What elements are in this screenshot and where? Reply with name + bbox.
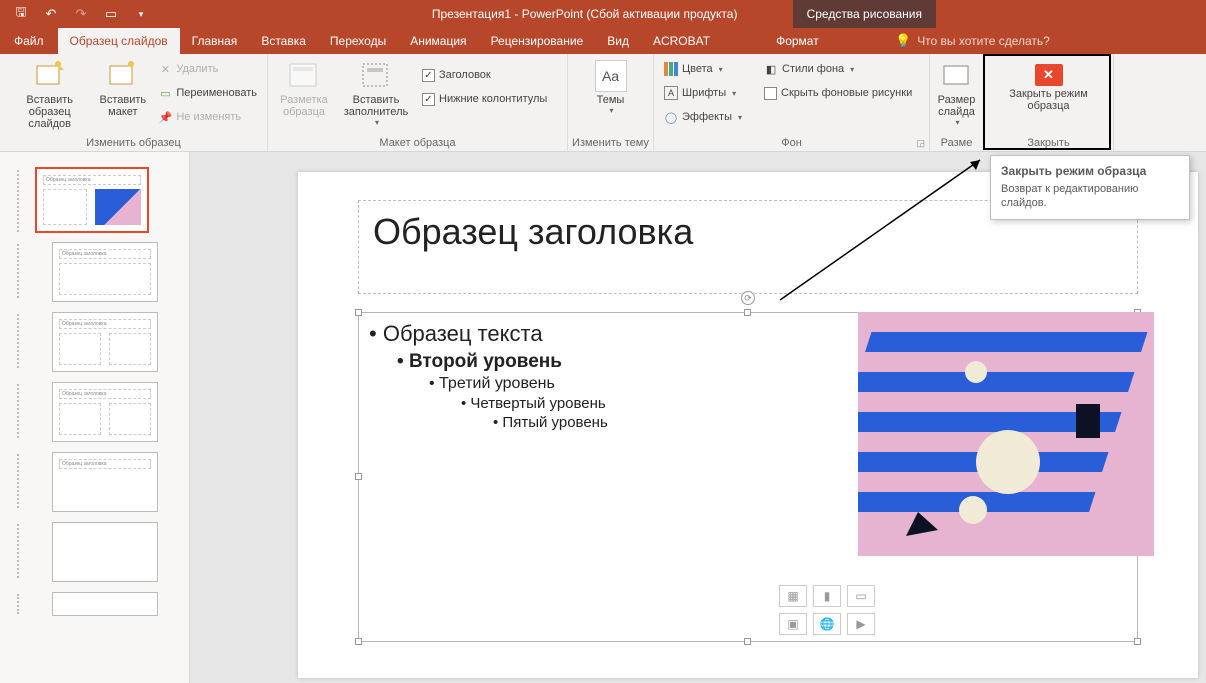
tab-transitions[interactable]: Переходы: [318, 28, 398, 54]
slide-size-button[interactable]: Размер слайда▾: [936, 58, 977, 127]
dialog-launcher-icon[interactable]: ◲: [916, 138, 925, 149]
master-layout-button: Разметка образца: [274, 58, 334, 118]
quick-access-toolbar: 🖫 ↶ ↷ ▭ ▾: [8, 2, 154, 26]
effects-button[interactable]: ◯Эффекты▾: [660, 106, 746, 128]
slide-image: [858, 312, 1154, 556]
close-icon: ✕: [1035, 64, 1063, 86]
redo-icon[interactable]: ↷: [68, 2, 94, 26]
tab-file[interactable]: Файл: [0, 28, 58, 54]
group-edit-theme: Aa Темы▾ Изменить тему: [568, 54, 654, 151]
tooltip-body: Возврат к редактированию слайдов.: [1001, 182, 1179, 211]
layout-thumbnail[interactable]: Образец заголовка: [52, 312, 158, 372]
content-type-icons: ▦ ▮ ▭ ▣ 🌐 ▶: [779, 585, 875, 635]
group-label: Закрыть: [984, 137, 1113, 151]
tab-format[interactable]: Формат: [764, 28, 831, 54]
title-bar: 🖫 ↶ ↷ ▭ ▾ Презентация1 - PowerPoint (Сбо…: [0, 0, 1206, 28]
contextual-tab-label: Средства рисования: [793, 0, 936, 28]
slide-canvas[interactable]: Образец заголовка ⟳ • Образец текста • В…: [190, 152, 1206, 683]
background-styles-button[interactable]: ◧Стили фона▾: [760, 58, 916, 80]
group-label: Изменить образец: [0, 137, 267, 151]
lightbulb-icon: 💡: [895, 33, 911, 49]
tab-review[interactable]: Рецензирование: [479, 28, 596, 54]
layout-thumbnail[interactable]: Образец заголовка: [52, 242, 158, 302]
insert-smartart-icon[interactable]: ▭: [847, 585, 875, 607]
insert-slide-master-button[interactable]: Вставить образец слайдов: [6, 58, 93, 130]
workspace: Образец заголовка Образец заголовка Обра…: [0, 152, 1206, 683]
fonts-button[interactable]: AШрифты▾: [660, 82, 746, 104]
insert-video-icon[interactable]: ▶: [847, 613, 875, 635]
tab-slide-master[interactable]: Образец слайдов: [58, 28, 180, 54]
layout-thumbnail[interactable]: [52, 522, 158, 582]
group-master-layout: Разметка образца Вставить заполнитель▾ ✓…: [268, 54, 568, 151]
hide-bg-graphics-checkbox[interactable]: Скрыть фоновые рисунки: [760, 82, 916, 104]
insert-picture-icon[interactable]: ▣: [779, 613, 807, 635]
tab-animation[interactable]: Анимация: [398, 28, 478, 54]
undo-icon[interactable]: ↶: [38, 2, 64, 26]
title-checkbox[interactable]: ✓Заголовок: [418, 64, 551, 86]
group-label: Разме: [930, 137, 983, 151]
qat-customize-icon[interactable]: ▾: [128, 2, 154, 26]
group-label: Макет образца: [268, 137, 567, 151]
group-edit-master: Вставить образец слайдов Вставить макет …: [0, 54, 268, 151]
group-size: Размер слайда▾ Разме: [930, 54, 984, 151]
group-background: Цвета▾ AШрифты▾ ◯Эффекты▾ ◧Стили фона▾ С…: [654, 54, 930, 151]
layout-thumbnail[interactable]: Образец заголовка: [52, 452, 158, 512]
ribbon-tabs: Файл Образец слайдов Главная Вставка Пер…: [0, 28, 1206, 54]
tooltip-title: Закрыть режим образца: [1001, 164, 1179, 178]
slide: Образец заголовка ⟳ • Образец текста • В…: [298, 172, 1198, 678]
colors-button[interactable]: Цвета▾: [660, 58, 746, 80]
insert-table-icon[interactable]: ▦: [779, 585, 807, 607]
layout-thumbnail[interactable]: Образец заголовка: [52, 382, 158, 442]
group-label: Изменить тему: [568, 137, 653, 151]
save-icon[interactable]: 🖫: [8, 2, 34, 26]
close-master-view-button[interactable]: ✕ Закрыть режим образца: [994, 58, 1104, 112]
rename-button[interactable]: ▭Переименовать: [154, 82, 261, 104]
thumbnail-panel[interactable]: Образец заголовка Образец заголовка Обра…: [0, 152, 190, 683]
group-close: ✕ Закрыть режим образца Закрыть: [984, 54, 1114, 151]
tell-me-search[interactable]: 💡 Что вы хотите сделать?: [895, 28, 1050, 54]
tell-me-placeholder: Что вы хотите сделать?: [917, 34, 1050, 48]
layout-thumbnail[interactable]: [52, 592, 158, 616]
footers-checkbox[interactable]: ✓Нижние колонтитулы: [418, 88, 551, 110]
rotate-handle-icon[interactable]: ⟳: [741, 291, 755, 305]
window-title: Презентация1 - PowerPoint (Сбой активаци…: [432, 7, 738, 21]
annotation-arrow: [770, 150, 1000, 310]
group-label: Фон◲: [654, 137, 929, 151]
insert-online-picture-icon[interactable]: 🌐: [813, 613, 841, 635]
delete-button: ✕Удалить: [154, 58, 261, 80]
preserve-button: 📌Не изменять: [154, 106, 261, 128]
themes-button[interactable]: Aa Темы▾: [585, 58, 637, 115]
tab-home[interactable]: Главная: [180, 28, 250, 54]
insert-placeholder-button[interactable]: Вставить заполнитель▾: [338, 58, 414, 127]
tab-acrobat[interactable]: ACROBAT: [641, 28, 722, 54]
insert-layout-button[interactable]: Вставить макет: [97, 58, 148, 118]
start-slideshow-icon[interactable]: ▭: [98, 2, 124, 26]
ribbon: Вставить образец слайдов Вставить макет …: [0, 54, 1206, 152]
tab-view[interactable]: Вид: [595, 28, 641, 54]
tooltip: Закрыть режим образца Возврат к редактир…: [990, 155, 1190, 220]
master-thumbnail[interactable]: Образец заголовка: [36, 168, 148, 232]
insert-chart-icon[interactable]: ▮: [813, 585, 841, 607]
tab-insert[interactable]: Вставка: [249, 28, 318, 54]
